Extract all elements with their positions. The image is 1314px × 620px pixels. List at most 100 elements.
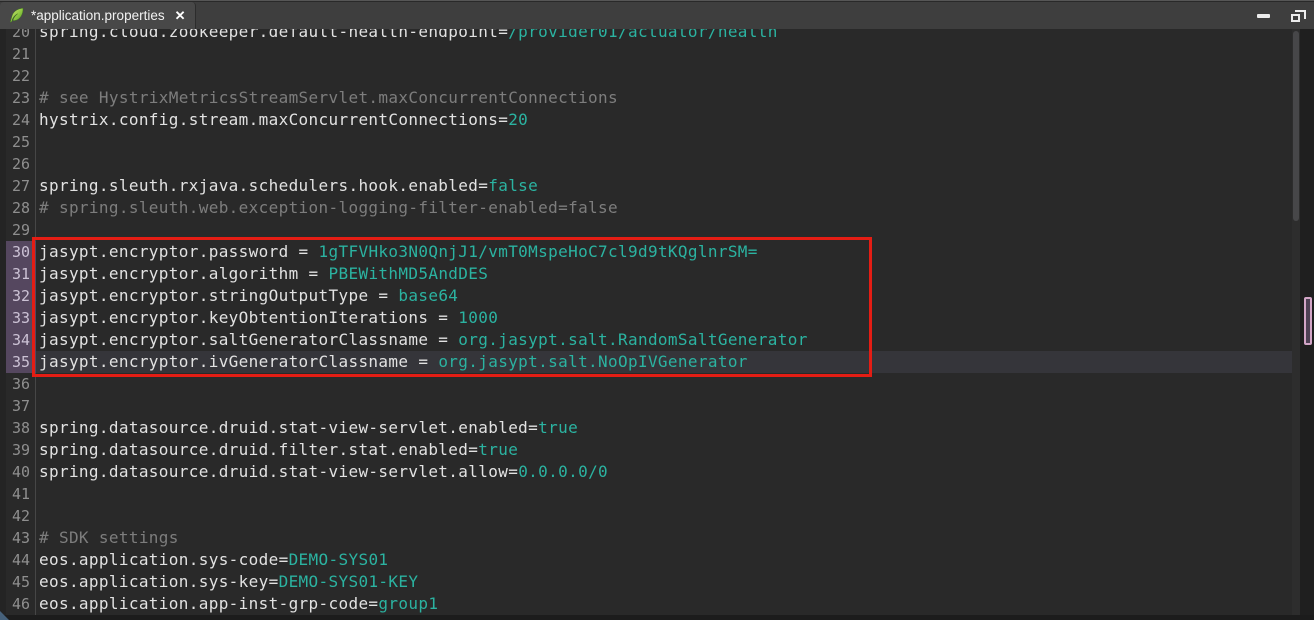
- line-number[interactable]: 45: [6, 571, 36, 593]
- vertical-scrollbar[interactable]: [1292, 29, 1300, 620]
- line-number[interactable]: 22: [6, 65, 36, 87]
- code-text: jasypt.encryptor.ivGeneratorClassname = …: [36, 351, 748, 373]
- line-number[interactable]: 25: [6, 131, 36, 153]
- code-line-32[interactable]: 32jasypt.encryptor.stringOutputType = ba…: [0, 285, 1314, 307]
- line-number[interactable]: 24: [6, 109, 36, 131]
- code-text: # SDK settings: [36, 527, 179, 549]
- line-number[interactable]: 31: [6, 263, 36, 285]
- code-line-45[interactable]: 45eos.application.sys-key=DEMO-SYS01-KEY: [0, 571, 1314, 593]
- code-line-44[interactable]: 44eos.application.sys-code=DEMO-SYS01: [0, 549, 1314, 571]
- code-line-46[interactable]: 46eos.application.app-inst-grp-code=grou…: [0, 593, 1314, 615]
- code-text: eos.application.app-inst-grp-code=group1: [36, 593, 438, 615]
- restore-icon: [1291, 14, 1300, 22]
- code-text: [36, 43, 39, 65]
- code-line-37[interactable]: 37: [0, 395, 1314, 417]
- code-text: jasypt.encryptor.algorithm = PBEWithMD5A…: [36, 263, 488, 285]
- minimize-button[interactable]: [1252, 5, 1274, 27]
- overview-marker[interactable]: [1304, 297, 1312, 345]
- line-number[interactable]: 21: [6, 43, 36, 65]
- code-text: jasypt.encryptor.stringOutputType = base…: [36, 285, 458, 307]
- scrollbar-thumb[interactable]: [1293, 31, 1299, 221]
- close-icon[interactable]: ✕: [175, 9, 186, 22]
- line-number[interactable]: 28: [6, 197, 36, 219]
- line-number[interactable]: 33: [6, 307, 36, 329]
- code-line-35[interactable]: 35jasypt.encryptor.ivGeneratorClassname …: [0, 351, 1314, 373]
- line-number[interactable]: 38: [6, 417, 36, 439]
- code-text: spring.datasource.druid.stat-view-servle…: [36, 417, 578, 439]
- editor-left-margin: [0, 29, 6, 620]
- line-number[interactable]: 46: [6, 593, 36, 615]
- code-line-21[interactable]: 21: [0, 43, 1314, 65]
- code-text: hystrix.config.stream.maxConcurrentConne…: [36, 109, 528, 131]
- line-number[interactable]: 20: [6, 29, 36, 43]
- code-text: spring.datasource.druid.filter.stat.enab…: [36, 439, 518, 461]
- code-line-40[interactable]: 40spring.datasource.druid.stat-view-serv…: [0, 461, 1314, 483]
- code-text: [36, 219, 39, 241]
- code-line-39[interactable]: 39spring.datasource.druid.filter.stat.en…: [0, 439, 1314, 461]
- code-lines: 20spring.cloud.zookeeper.default-health-…: [0, 29, 1314, 615]
- code-line-28[interactable]: 28# spring.sleuth.web.exception-logging-…: [0, 197, 1314, 219]
- code-line-34[interactable]: 34jasypt.encryptor.saltGeneratorClassnam…: [0, 329, 1314, 351]
- restore-button[interactable]: [1284, 5, 1306, 27]
- code-text: [36, 373, 39, 395]
- line-number[interactable]: 36: [6, 373, 36, 395]
- line-number[interactable]: 27: [6, 175, 36, 197]
- line-number[interactable]: 37: [6, 395, 36, 417]
- feather-file-icon: [8, 7, 25, 24]
- line-number[interactable]: 39: [6, 439, 36, 461]
- line-number[interactable]: 29: [6, 219, 36, 241]
- line-number[interactable]: 42: [6, 505, 36, 527]
- line-number[interactable]: 32: [6, 285, 36, 307]
- code-text: eos.application.sys-code=DEMO-SYS01: [36, 549, 388, 571]
- code-line-30[interactable]: 30jasypt.encryptor.password = 1gTFVHko3N…: [0, 241, 1314, 263]
- code-line-36[interactable]: 36: [0, 373, 1314, 395]
- minimize-icon: [1257, 14, 1270, 18]
- code-line-24[interactable]: 24hystrix.config.stream.maxConcurrentCon…: [0, 109, 1314, 131]
- code-text: [36, 131, 39, 153]
- tab-title: *application.properties: [31, 8, 165, 23]
- line-number[interactable]: 44: [6, 549, 36, 571]
- line-number[interactable]: 26: [6, 153, 36, 175]
- code-text: [36, 505, 39, 527]
- code-text: spring.sleuth.rxjava.schedulers.hook.ena…: [36, 175, 538, 197]
- line-number[interactable]: 40: [6, 461, 36, 483]
- code-line-42[interactable]: 42: [0, 505, 1314, 527]
- tab-application-properties[interactable]: *application.properties ✕: [0, 2, 196, 29]
- code-line-31[interactable]: 31jasypt.encryptor.algorithm = PBEWithMD…: [0, 263, 1314, 285]
- code-line-25[interactable]: 25: [0, 131, 1314, 153]
- code-text: jasypt.encryptor.keyObtentionIterations …: [36, 307, 498, 329]
- code-line-20[interactable]: 20spring.cloud.zookeeper.default-health-…: [0, 29, 1314, 43]
- editor-window: *application.properties ✕ 20spring.cloud…: [0, 0, 1314, 620]
- code-text: [36, 65, 39, 87]
- code-line-41[interactable]: 41: [0, 483, 1314, 505]
- code-line-26[interactable]: 26: [0, 153, 1314, 175]
- line-number[interactable]: 43: [6, 527, 36, 549]
- code-text: jasypt.encryptor.saltGeneratorClassname …: [36, 329, 808, 351]
- code-text: [36, 483, 39, 505]
- code-line-38[interactable]: 38spring.datasource.druid.stat-view-serv…: [0, 417, 1314, 439]
- code-text: # spring.sleuth.web.exception-logging-fi…: [36, 197, 618, 219]
- resize-grip[interactable]: [0, 611, 9, 620]
- window-bottom-border: [0, 615, 1314, 620]
- line-number[interactable]: 30: [6, 241, 36, 263]
- code-line-27[interactable]: 27spring.sleuth.rxjava.schedulers.hook.e…: [0, 175, 1314, 197]
- overview-ruler: [1300, 29, 1314, 620]
- line-number[interactable]: 35: [6, 351, 36, 373]
- window-controls: [1252, 2, 1306, 29]
- titlebar: *application.properties ✕: [0, 2, 1314, 29]
- code-text: [36, 395, 39, 417]
- code-editor[interactable]: 20spring.cloud.zookeeper.default-health-…: [0, 29, 1314, 620]
- line-number[interactable]: 41: [6, 483, 36, 505]
- code-text: spring.datasource.druid.stat-view-servle…: [36, 461, 608, 483]
- code-text: jasypt.encryptor.password = 1gTFVHko3N0Q…: [36, 241, 758, 263]
- code-line-29[interactable]: 29: [0, 219, 1314, 241]
- code-line-33[interactable]: 33jasypt.encryptor.keyObtentionIteration…: [0, 307, 1314, 329]
- line-number[interactable]: 34: [6, 329, 36, 351]
- line-number[interactable]: 23: [6, 87, 36, 109]
- code-text: [36, 153, 39, 175]
- code-line-43[interactable]: 43# SDK settings: [0, 527, 1314, 549]
- code-line-22[interactable]: 22: [0, 65, 1314, 87]
- code-text: eos.application.sys-key=DEMO-SYS01-KEY: [36, 571, 418, 593]
- code-line-23[interactable]: 23# see HystrixMetricsStreamServlet.maxC…: [0, 87, 1314, 109]
- code-text: # see HystrixMetricsStreamServlet.maxCon…: [36, 87, 618, 109]
